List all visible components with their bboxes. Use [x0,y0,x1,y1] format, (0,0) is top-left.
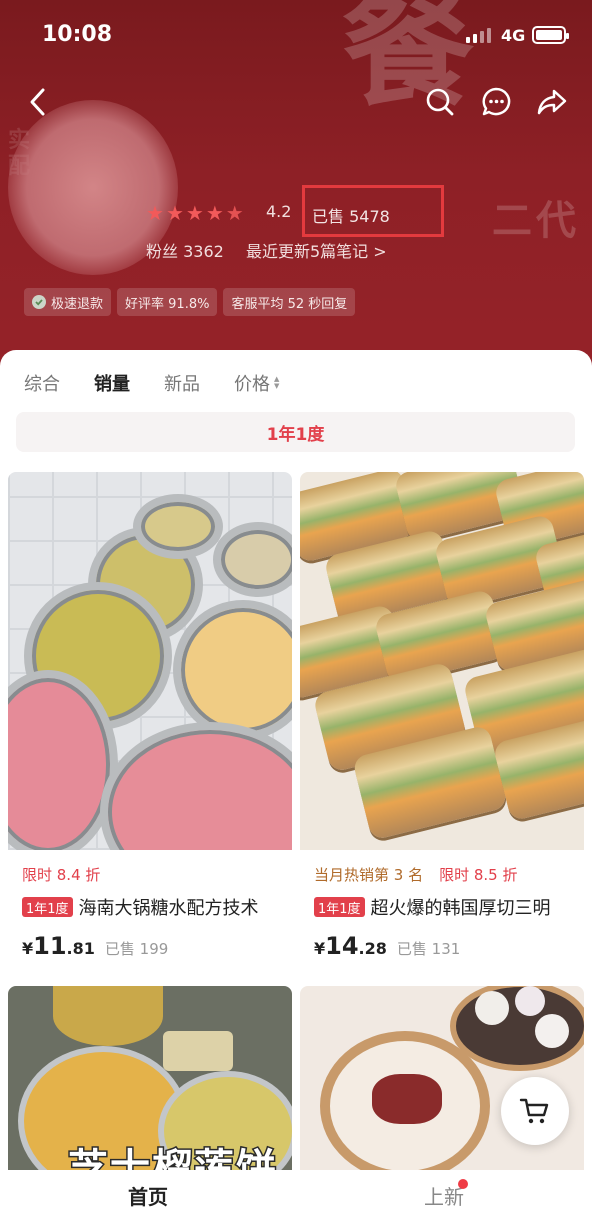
price-line: ¥11.81 已售 199 [22,932,168,960]
customer-service-button[interactable] [476,82,516,122]
hot-rank-label: 当月热销第 3 名 [314,866,424,884]
sort-tabs: 综合 销量 新品 价格 ▲ ▼ [24,370,279,396]
product-price: ¥14.28 [314,932,387,960]
tab-new[interactable]: 新品 [164,370,200,396]
nav-home[interactable]: 首页 [0,1170,296,1221]
signal-icon [466,28,491,43]
tag-label: 极速退款 [51,296,104,312]
battery-icon [532,26,569,44]
product-card[interactable]: 当月热销第 3 名 限时 8.5 折 1年1度 超火爆的韩国厚切三明 ¥14.2… [300,472,584,970]
product-title: 海南大锅糖水配方技术 [78,898,259,919]
rating-score: 4.2 [266,202,292,221]
tag-label: 好评率 91.8% [125,296,210,312]
product-title: 超火爆的韩国厚切三明 [370,898,551,919]
cart-icon [519,1098,549,1124]
image-caption: 芝士榴莲饼 [67,1145,278,1171]
price-line: ¥14.28 已售 131 [314,932,460,960]
filter-chip[interactable]: 1年1度 [16,412,575,452]
product-image-sandwich [300,472,584,850]
anniversary-badge: 1年1度 [314,897,365,917]
back-button[interactable] [18,82,58,122]
product-title-line: 1年1度 海南大锅糖水配方技术 [22,894,259,920]
discount-label: 限时 8.5 折 [439,866,518,884]
search-icon [426,88,454,116]
network-type: 4G [501,26,526,45]
promo-line: 限时 8.4 折 [22,864,100,885]
bottom-nav: 首页 上新 [0,1170,592,1221]
nav-new-arrivals[interactable]: 上新 [296,1170,592,1221]
notification-dot [458,1179,468,1189]
tag-positive-rate: 好评率 91.8% [117,288,218,316]
product-title-line: 1年1度 超火爆的韩国厚切三明 [314,894,551,920]
back-arrow-icon [30,88,45,116]
rating-stars: ★ ★ ★ ★ ★ [146,202,244,224]
tag-fast-refund: 极速退款 [24,288,112,316]
status-time: 10:08 [42,22,113,47]
status-bar: 10:08 4G [0,0,592,70]
star-icon: ★ [185,201,204,225]
share-button[interactable] [532,82,572,122]
recent-notes-link[interactable]: 最近更新5篇笔记 > [246,238,387,262]
sold-count: 已售 131 [396,940,461,958]
store-tags: 极速退款 好评率 91.8% 客服平均 52 秒回复 [24,288,356,316]
chat-icon [482,87,511,116]
share-icon [537,89,567,115]
anniversary-badge: 1年1度 [22,897,73,917]
tab-price[interactable]: 价格 ▲ ▼ [234,370,279,396]
tab-overall[interactable]: 综合 [24,370,60,396]
tag-reply-time: 客服平均 52 秒回复 [223,288,356,316]
promo-line: 当月热销第 3 名 限时 8.5 折 [314,864,518,885]
product-card[interactable]: 限时 8.4 折 1年1度 海南大锅糖水配方技术 ¥11.81 已售 199 [8,472,292,970]
tab-sales[interactable]: 销量 [94,370,130,396]
star-icon: ★ [205,201,224,225]
product-image-sugar-water [8,472,292,850]
shopping-cart-button[interactable] [501,1077,569,1145]
total-sold: 已售 5478 [312,207,390,226]
product-card[interactable]: 芝士榴莲饼 [8,986,292,1170]
sort-caret-icon: ▲ ▼ [274,375,280,390]
search-button[interactable] [420,82,460,122]
fan-count[interactable]: 粉丝 3362 [146,238,224,262]
sold-count: 已售 199 [104,940,169,958]
star-icon: ★ [146,201,164,225]
tag-label: 客服平均 52 秒回复 [231,296,348,312]
discount-label: 限时 8.4 折 [22,866,101,884]
shield-check-icon [32,295,46,309]
header-background-side-text: 二代 [492,198,580,244]
tab-price-label: 价格 [234,374,270,395]
star-icon: ★ [225,201,244,225]
store-header: 餐 二代 实 配 10:08 4G ★ ★ ★ ★ ★ 4.2 已售 5478 … [0,0,592,390]
star-icon: ★ [165,201,184,225]
product-price: ¥11.81 [22,932,95,960]
